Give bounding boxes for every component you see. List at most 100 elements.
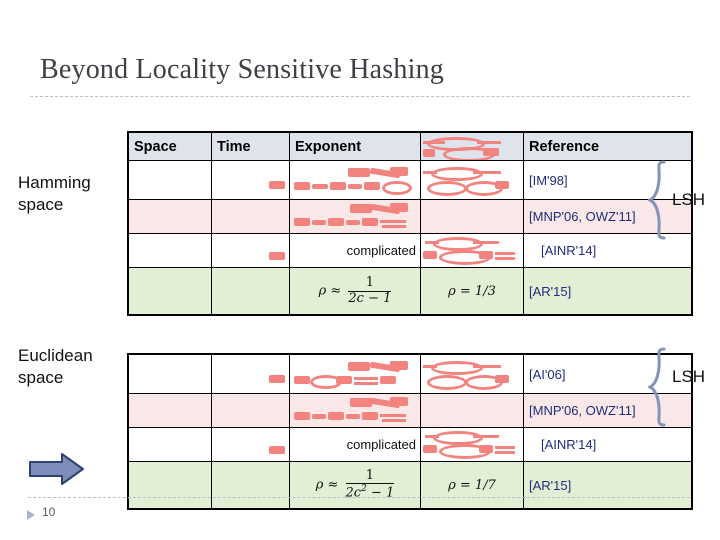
redaction-oval	[433, 431, 483, 445]
redaction-block	[294, 182, 310, 190]
cell-exponent-formula: ρ ≈ 1 2c − 1	[289, 267, 421, 316]
redaction-block	[390, 397, 408, 406]
redaction-block	[423, 149, 435, 157]
redaction-stroke	[312, 220, 326, 225]
lsh-brace-top	[648, 160, 670, 240]
table-row: [IM'98]	[127, 160, 693, 200]
redaction-arrow	[495, 451, 515, 454]
redaction-block	[390, 203, 408, 212]
fraction-denominator: 2c2 − 1	[345, 483, 395, 501]
redaction-stroke	[312, 414, 326, 419]
cell-rho-redacted	[420, 353, 524, 394]
cell-rho	[420, 199, 524, 234]
euclidean-space-label-line1: Euclidean	[18, 346, 93, 365]
reference-label: [MNP'06, OWZ'11]	[529, 403, 636, 418]
redaction-block	[390, 167, 408, 176]
cell-rho	[420, 393, 524, 428]
redaction-block	[348, 362, 370, 371]
page-number: 10	[42, 505, 56, 519]
redaction-block	[328, 412, 344, 420]
table-row: complicated [AINR'14]	[127, 427, 693, 462]
redaction-block	[390, 361, 408, 370]
redaction-arrow	[473, 435, 499, 438]
redaction-block	[328, 218, 344, 226]
redaction-block	[330, 182, 346, 190]
rho-approx-symbol: ρ ≈	[315, 477, 339, 493]
redaction-block	[269, 181, 285, 189]
denominator-base: 2c	[345, 485, 362, 501]
redaction-arrow	[425, 241, 439, 244]
lsh-label-bottom: LSH	[672, 367, 706, 386]
footer-divider	[28, 497, 690, 498]
redaction-arrow	[425, 435, 439, 438]
redaction-stroke	[348, 184, 362, 189]
euclidean-results-table: [AI'06] [MNP'06, OWZ'11] complicated [AI…	[127, 353, 693, 510]
cell-time	[211, 393, 290, 428]
table-row: [MNP'06, OWZ'11]	[127, 393, 693, 428]
redaction-block	[362, 218, 378, 226]
cell-space	[127, 393, 212, 428]
reference-label: [AINR'14]	[541, 437, 597, 452]
cell-time-redacted	[211, 233, 290, 268]
cell-exponent-redacted	[289, 393, 421, 428]
cell-exponent-redacted	[289, 353, 421, 394]
redaction-stroke	[346, 414, 360, 419]
reference-label: [MNP'06, OWZ'11]	[529, 209, 636, 224]
cell-space	[127, 199, 212, 234]
redaction-arrow	[354, 377, 378, 380]
denominator-tail: − 1	[366, 485, 395, 501]
fraction-numerator: 1	[365, 274, 375, 290]
redaction-arrow	[495, 257, 515, 260]
cell-reference: [AR'15]	[523, 461, 693, 510]
redaction-block	[495, 181, 509, 189]
redaction-arrow	[354, 382, 378, 385]
table-row: ρ ≈ 1 2c2 − 1 ρ = 1/7 [AR'15]	[127, 461, 693, 510]
euclidean-space-label: Euclidean space	[18, 345, 93, 389]
reference-label: [AR'15]	[529, 283, 572, 299]
table-row: [AI'06]	[127, 353, 693, 394]
next-arrow-icon[interactable]	[28, 452, 86, 491]
curly-brace-icon	[648, 160, 666, 240]
column-header-reference: Reference	[523, 131, 693, 161]
reference-label: [AINR'14]	[541, 243, 597, 258]
cell-time	[211, 267, 290, 316]
fraction-denominator: 2c − 1	[348, 290, 392, 306]
cell-space	[127, 461, 212, 510]
cell-space	[127, 427, 212, 462]
cell-time-redacted	[211, 160, 290, 200]
redaction-block	[479, 445, 493, 453]
cell-exponent-formula: ρ ≈ 1 2c2 − 1	[289, 461, 421, 510]
redaction-block	[380, 376, 396, 384]
cell-space	[127, 267, 212, 316]
redaction-arrow	[380, 414, 406, 417]
right-arrow-shape	[29, 453, 84, 485]
redaction-arrow	[477, 141, 501, 144]
redaction-block	[350, 204, 372, 213]
cell-exponent-redacted	[289, 160, 421, 200]
cell-exponent: complicated	[289, 233, 421, 268]
table-row: complicated [AINR'14]	[127, 233, 693, 268]
hamming-space-label-line2: space	[18, 195, 64, 214]
cell-rho-redacted	[420, 160, 524, 200]
reference-label: [AI'06]	[529, 366, 566, 382]
redaction-block	[483, 148, 499, 156]
column-header-rho-redacted	[420, 131, 524, 161]
reference-label: [AR'15]	[529, 477, 572, 493]
curly-brace-icon	[648, 347, 666, 427]
table-header-row: Space Time Exponent Reference	[127, 131, 693, 161]
triangle-bullet-shape	[27, 510, 35, 520]
redaction-block	[479, 251, 493, 259]
redaction-arrow	[423, 171, 437, 174]
cell-rho-value: ρ = 1/3	[420, 267, 524, 316]
cell-time-redacted	[211, 427, 290, 462]
reference-label: [IM'98]	[529, 172, 568, 188]
redaction-arrow	[495, 252, 515, 255]
redaction-arrow	[382, 225, 406, 228]
page-title: Beyond Locality Sensitive Hashing	[40, 54, 444, 85]
cell-time	[211, 199, 290, 234]
table-row: ρ ≈ 1 2c − 1 ρ = 1/3 [AR'15]	[127, 267, 693, 316]
cell-space	[127, 233, 212, 268]
redaction-stroke	[346, 220, 360, 225]
redaction-block	[336, 376, 352, 384]
redaction-arrow	[382, 419, 406, 422]
